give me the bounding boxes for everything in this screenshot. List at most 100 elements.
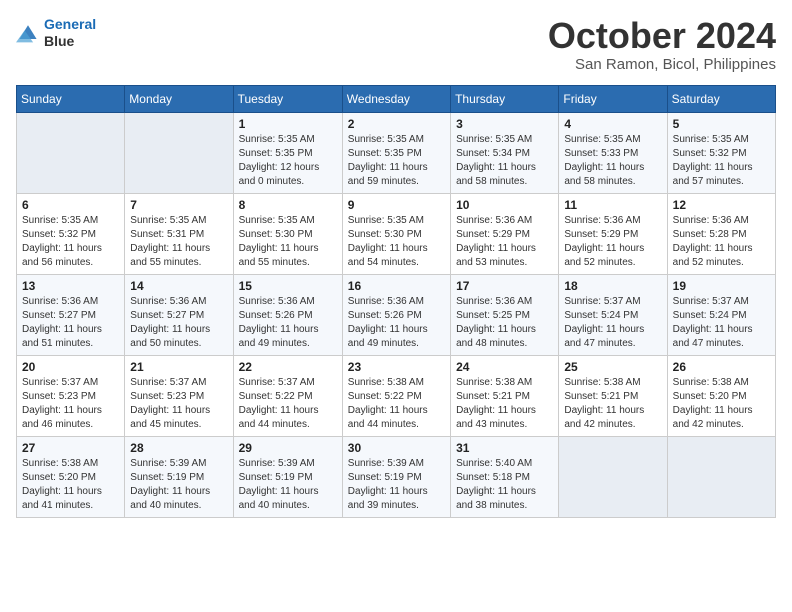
table-row: 18 Sunrise: 5:37 AM Sunset: 5:24 PM Dayli… xyxy=(559,274,667,355)
day-info: Sunrise: 5:39 AM Sunset: 5:19 PM Dayligh… xyxy=(348,457,445,513)
table-row: 29Sunrise: 5:39 AM Sunset: 5:19 PM Dayli… xyxy=(233,436,342,517)
day-info: Sunrise: 5:36 AM Sunset: 5:25 PM Dayligh… xyxy=(456,295,553,351)
table-row: 9 Sunrise: 5:35 AM Sunset: 5:30 PM Daylig… xyxy=(342,193,450,274)
day-info: Sunrise: 5:37 AM Sunset: 5:22 PM Dayligh… xyxy=(239,376,337,432)
table-row: 5Sunrise: 5:35 AM Sunset: 5:32 PM Daylig… xyxy=(667,112,775,193)
table-row: 14Sunrise: 5:36 AM Sunset: 5:27 PM Dayli… xyxy=(125,274,233,355)
day-info: Sunrise: 5:35 AM Sunset: 5:35 PM Dayligh… xyxy=(239,133,337,189)
table-row: 25 Sunrise: 5:38 AM Sunset: 5:21 PM Dayli… xyxy=(559,355,667,436)
day-info: Sunrise: 5:35 AM Sunset: 5:33 PM Dayligh… xyxy=(564,133,661,189)
logo: General Blue xyxy=(16,16,96,50)
calendar-week-row: 6Sunrise: 5:35 AM Sunset: 5:32 PM Daylig… xyxy=(17,193,776,274)
day-info: Sunrise: 5:39 AM Sunset: 5:19 PM Dayligh… xyxy=(130,457,227,513)
day-info: Sunrise: 5:36 AM Sunset: 5:29 PM Dayligh… xyxy=(456,214,553,270)
day-info: Sunrise: 5:35 AM Sunset: 5:32 PM Dayligh… xyxy=(22,214,119,270)
col-tuesday: Tuesday xyxy=(233,85,342,112)
table-row: 12 Sunrise: 5:36 AM Sunset: 5:28 PM Dayli… xyxy=(667,193,775,274)
day-number: 30 xyxy=(348,441,445,455)
day-info: Sunrise: 5:36 AM Sunset: 5:26 PM Dayligh… xyxy=(348,295,445,351)
table-row: 24 Sunrise: 5:38 AM Sunset: 5:21 PM Dayli… xyxy=(451,355,559,436)
day-number: 15 xyxy=(239,279,337,293)
day-number: 20 xyxy=(22,360,119,374)
day-info: Sunrise: 5:36 AM Sunset: 5:28 PM Dayligh… xyxy=(673,214,770,270)
day-info: Sunrise: 5:37 AM Sunset: 5:24 PM Dayligh… xyxy=(673,295,770,351)
day-info: Sunrise: 5:36 AM Sunset: 5:29 PM Dayligh… xyxy=(564,214,661,270)
day-info: Sunrise: 5:35 AM Sunset: 5:30 PM Dayligh… xyxy=(348,214,445,270)
day-info: Sunrise: 5:38 AM Sunset: 5:21 PM Dayligh… xyxy=(564,376,661,432)
day-info: Sunrise: 5:36 AM Sunset: 5:27 PM Dayligh… xyxy=(22,295,119,351)
day-number: 11 xyxy=(564,198,661,212)
day-info: Sunrise: 5:37 AM Sunset: 5:23 PM Dayligh… xyxy=(22,376,119,432)
day-info: Sunrise: 5:38 AM Sunset: 5:20 PM Dayligh… xyxy=(673,376,770,432)
month-title: October 2024 xyxy=(548,16,776,56)
table-row: 16 Sunrise: 5:36 AM Sunset: 5:26 PM Dayli… xyxy=(342,274,450,355)
table-row: 20 Sunrise: 5:37 AM Sunset: 5:23 PM Dayli… xyxy=(17,355,125,436)
table-row xyxy=(667,436,775,517)
day-number: 27 xyxy=(22,441,119,455)
day-number: 3 xyxy=(456,117,553,131)
day-info: Sunrise: 5:37 AM Sunset: 5:24 PM Dayligh… xyxy=(564,295,661,351)
day-number: 2 xyxy=(348,117,445,131)
table-row: 28Sunrise: 5:39 AM Sunset: 5:19 PM Dayli… xyxy=(125,436,233,517)
day-number: 25 xyxy=(564,360,661,374)
day-number: 18 xyxy=(564,279,661,293)
col-sunday: Sunday xyxy=(17,85,125,112)
day-number: 9 xyxy=(348,198,445,212)
logo-line1: General xyxy=(44,16,96,32)
day-number: 16 xyxy=(348,279,445,293)
day-number: 13 xyxy=(22,279,119,293)
table-row: 27Sunrise: 5:38 AM Sunset: 5:20 PM Dayli… xyxy=(17,436,125,517)
logo-text: General Blue xyxy=(44,16,96,50)
day-number: 17 xyxy=(456,279,553,293)
table-row: 6Sunrise: 5:35 AM Sunset: 5:32 PM Daylig… xyxy=(17,193,125,274)
day-number: 12 xyxy=(673,198,770,212)
table-row: 8Sunrise: 5:35 AM Sunset: 5:30 PM Daylig… xyxy=(233,193,342,274)
day-info: Sunrise: 5:36 AM Sunset: 5:27 PM Dayligh… xyxy=(130,295,227,351)
day-number: 24 xyxy=(456,360,553,374)
day-info: Sunrise: 5:38 AM Sunset: 5:21 PM Dayligh… xyxy=(456,376,553,432)
day-number: 4 xyxy=(564,117,661,131)
day-number: 1 xyxy=(239,117,337,131)
calendar-week-row: 13 Sunrise: 5:36 AM Sunset: 5:27 PM Dayli… xyxy=(17,274,776,355)
calendar-week-row: 1 Sunrise: 5:35 AM Sunset: 5:35 PM Daylig… xyxy=(17,112,776,193)
day-number: 21 xyxy=(130,360,227,374)
table-row xyxy=(125,112,233,193)
day-info: Sunrise: 5:36 AM Sunset: 5:26 PM Dayligh… xyxy=(239,295,337,351)
table-row: 10Sunrise: 5:36 AM Sunset: 5:29 PM Dayli… xyxy=(451,193,559,274)
day-info: Sunrise: 5:37 AM Sunset: 5:23 PM Dayligh… xyxy=(130,376,227,432)
table-row xyxy=(559,436,667,517)
calendar-week-row: 27Sunrise: 5:38 AM Sunset: 5:20 PM Dayli… xyxy=(17,436,776,517)
calendar-week-row: 20 Sunrise: 5:37 AM Sunset: 5:23 PM Dayli… xyxy=(17,355,776,436)
day-number: 31 xyxy=(456,441,553,455)
day-number: 29 xyxy=(239,441,337,455)
calendar-body: 1 Sunrise: 5:35 AM Sunset: 5:35 PM Daylig… xyxy=(17,112,776,517)
day-info: Sunrise: 5:35 AM Sunset: 5:31 PM Dayligh… xyxy=(130,214,227,270)
day-info: Sunrise: 5:40 AM Sunset: 5:18 PM Dayligh… xyxy=(456,457,553,513)
title-block: October 2024 San Ramon, Bicol, Philippin… xyxy=(548,16,776,73)
day-number: 26 xyxy=(673,360,770,374)
page-header: General Blue October 2024 San Ramon, Bic… xyxy=(16,16,776,73)
table-row xyxy=(17,112,125,193)
table-row: 21 Sunrise: 5:37 AM Sunset: 5:23 PM Dayli… xyxy=(125,355,233,436)
day-number: 22 xyxy=(239,360,337,374)
col-monday: Monday xyxy=(125,85,233,112)
day-info: Sunrise: 5:35 AM Sunset: 5:35 PM Dayligh… xyxy=(348,133,445,189)
table-row: 26 Sunrise: 5:38 AM Sunset: 5:20 PM Dayli… xyxy=(667,355,775,436)
table-row: 1 Sunrise: 5:35 AM Sunset: 5:35 PM Daylig… xyxy=(233,112,342,193)
col-saturday: Saturday xyxy=(667,85,775,112)
table-row: 31 Sunrise: 5:40 AM Sunset: 5:18 PM Dayli… xyxy=(451,436,559,517)
col-thursday: Thursday xyxy=(451,85,559,112)
table-row: 23Sunrise: 5:38 AM Sunset: 5:22 PM Dayli… xyxy=(342,355,450,436)
table-row: 4 Sunrise: 5:35 AM Sunset: 5:33 PM Daylig… xyxy=(559,112,667,193)
day-number: 19 xyxy=(673,279,770,293)
calendar-header: Sunday Monday Tuesday Wednesday Thursday… xyxy=(17,85,776,112)
table-row: 2 Sunrise: 5:35 AM Sunset: 5:35 PM Daylig… xyxy=(342,112,450,193)
table-row: 3 Sunrise: 5:35 AM Sunset: 5:34 PM Daylig… xyxy=(451,112,559,193)
table-row: 17 Sunrise: 5:36 AM Sunset: 5:25 PM Dayli… xyxy=(451,274,559,355)
day-info: Sunrise: 5:35 AM Sunset: 5:34 PM Dayligh… xyxy=(456,133,553,189)
table-row: 30 Sunrise: 5:39 AM Sunset: 5:19 PM Dayli… xyxy=(342,436,450,517)
days-header-row: Sunday Monday Tuesday Wednesday Thursday… xyxy=(17,85,776,112)
day-info: Sunrise: 5:35 AM Sunset: 5:30 PM Dayligh… xyxy=(239,214,337,270)
col-friday: Friday xyxy=(559,85,667,112)
table-row: 11 Sunrise: 5:36 AM Sunset: 5:29 PM Dayli… xyxy=(559,193,667,274)
